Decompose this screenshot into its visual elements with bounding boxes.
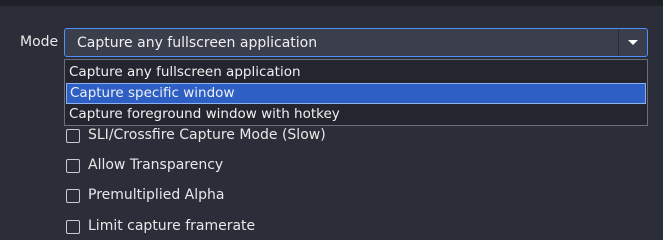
mode-selected-value: Capture any fullscreen application (77, 35, 318, 51)
limit-framerate-checkbox[interactable] (66, 220, 80, 234)
mode-option-specific-window[interactable]: Capture specific window (66, 83, 646, 104)
sli-crossfire-label: SLI/Crossfire Capture Mode (Slow) (88, 127, 326, 143)
mode-combobox[interactable]: Capture any fullscreen application (64, 28, 648, 57)
allow-transparency-checkbox[interactable] (66, 159, 80, 173)
allow-transparency-label: Allow Transparency (88, 157, 224, 173)
mode-option-foreground-hotkey[interactable]: Capture foreground window with hotkey (66, 104, 646, 125)
mode-label: Mode (20, 34, 59, 50)
premultiplied-alpha-checkbox[interactable] (66, 189, 80, 203)
dropdown-arrow-button[interactable] (618, 29, 647, 56)
sli-crossfire-checkbox[interactable] (66, 129, 80, 143)
top-edge (0, 0, 663, 6)
mode-option-fullscreen[interactable]: Capture any fullscreen application (66, 62, 646, 83)
limit-framerate-label: Limit capture framerate (88, 218, 256, 234)
chevron-down-icon (628, 40, 638, 45)
premultiplied-alpha-label: Premultiplied Alpha (88, 187, 225, 203)
mode-dropdown-list: Capture any fullscreen application Captu… (64, 59, 648, 126)
